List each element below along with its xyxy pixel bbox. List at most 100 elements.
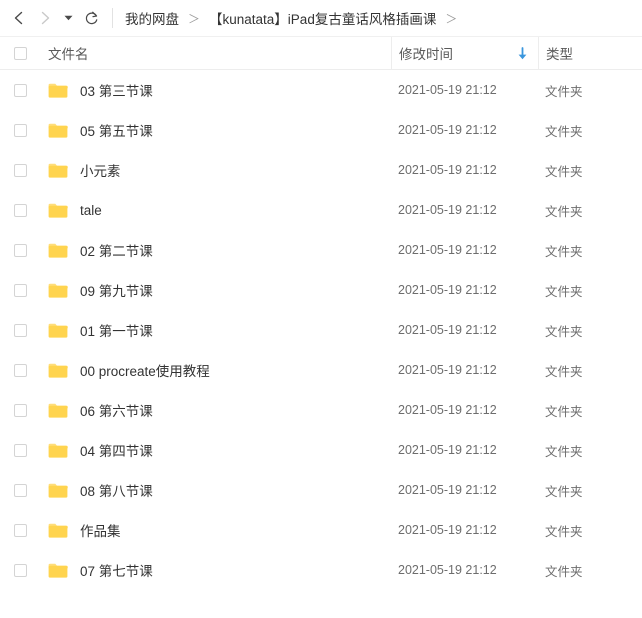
file-name-label[interactable]: 07 第七节课 bbox=[80, 560, 153, 580]
breadcrumb: 我的网盘 ＞ 【kunatata】iPad复古童话风格插画课 ＞ bbox=[125, 6, 466, 30]
modified-time-label: 2021-05-19 21:12 bbox=[398, 323, 497, 337]
column-header-name[interactable]: 文件名 bbox=[34, 43, 391, 63]
modified-time-label: 2021-05-19 21:12 bbox=[398, 403, 497, 417]
breadcrumb-separator-trailing: ＞ bbox=[445, 11, 458, 26]
row-checkbox[interactable] bbox=[14, 403, 27, 417]
column-header-type[interactable]: 类型 bbox=[538, 37, 642, 69]
table-row[interactable]: 作品集 2021-05-19 21:12 文件夹 bbox=[0, 510, 642, 550]
folder-icon bbox=[48, 322, 68, 339]
folder-icon bbox=[48, 522, 68, 539]
file-type-label: 文件夹 bbox=[545, 524, 583, 539]
row-select-cell bbox=[0, 523, 34, 537]
row-checkbox[interactable] bbox=[14, 483, 27, 497]
row-type-cell: 文件夹 bbox=[538, 70, 642, 110]
file-name-label[interactable]: 小元素 bbox=[80, 160, 121, 180]
modified-time-label: 2021-05-19 21:12 bbox=[398, 243, 497, 257]
table-row[interactable]: 05 第五节课 2021-05-19 21:12 文件夹 bbox=[0, 110, 642, 150]
row-name-cell: 02 第二节课 bbox=[34, 240, 391, 260]
breadcrumb-item-root[interactable]: 我的网盘 bbox=[125, 6, 179, 30]
file-name-label[interactable]: 06 第六节课 bbox=[80, 400, 153, 420]
row-select-cell bbox=[0, 363, 34, 377]
row-time-cell: 2021-05-19 21:12 bbox=[391, 470, 538, 510]
file-name-label[interactable]: 00 procreate使用教程 bbox=[80, 360, 210, 380]
table-row[interactable]: 小元素 2021-05-19 21:12 文件夹 bbox=[0, 150, 642, 190]
row-time-cell: 2021-05-19 21:12 bbox=[391, 310, 538, 350]
table-row[interactable]: 06 第六节课 2021-05-19 21:12 文件夹 bbox=[0, 390, 642, 430]
row-checkbox[interactable] bbox=[14, 323, 27, 337]
row-type-cell: 文件夹 bbox=[538, 390, 642, 430]
column-header-time-label: 修改时间 bbox=[399, 47, 453, 62]
folder-icon bbox=[48, 282, 68, 299]
file-name-label[interactable]: 04 第四节课 bbox=[80, 440, 153, 460]
row-name-cell: 05 第五节课 bbox=[34, 120, 391, 140]
folder-icon bbox=[48, 442, 68, 459]
row-type-cell: 文件夹 bbox=[538, 190, 642, 230]
breadcrumb-item-current[interactable]: 【kunatata】iPad复古童话风格插画课 bbox=[209, 6, 436, 30]
file-type-label: 文件夹 bbox=[545, 204, 583, 219]
file-name-label[interactable]: 05 第五节课 bbox=[80, 120, 153, 140]
table-row[interactable]: 00 procreate使用教程 2021-05-19 21:12 文件夹 bbox=[0, 350, 642, 390]
row-checkbox[interactable] bbox=[14, 83, 27, 97]
row-name-cell: 00 procreate使用教程 bbox=[34, 360, 391, 380]
refresh-button[interactable] bbox=[78, 5, 104, 31]
folder-icon bbox=[48, 202, 68, 219]
select-all-checkbox[interactable] bbox=[14, 46, 27, 60]
row-checkbox[interactable] bbox=[14, 283, 27, 297]
file-name-label[interactable]: 08 第八节课 bbox=[80, 480, 153, 500]
refresh-icon bbox=[84, 11, 99, 26]
row-checkbox[interactable] bbox=[14, 243, 27, 257]
table-row[interactable]: 02 第二节课 2021-05-19 21:12 文件夹 bbox=[0, 230, 642, 270]
column-header-time[interactable]: 修改时间 bbox=[391, 37, 538, 69]
modified-time-label: 2021-05-19 21:12 bbox=[398, 123, 497, 137]
row-time-cell: 2021-05-19 21:12 bbox=[391, 230, 538, 270]
folder-icon bbox=[48, 122, 68, 139]
row-checkbox[interactable] bbox=[14, 163, 27, 177]
file-type-label: 文件夹 bbox=[545, 364, 583, 379]
row-time-cell: 2021-05-19 21:12 bbox=[391, 150, 538, 190]
row-checkbox[interactable] bbox=[14, 563, 27, 577]
modified-time-label: 2021-05-19 21:12 bbox=[398, 163, 497, 177]
row-checkbox[interactable] bbox=[14, 443, 27, 457]
back-button[interactable] bbox=[6, 5, 32, 31]
row-name-cell: 03 第三节课 bbox=[34, 80, 391, 100]
row-checkbox[interactable] bbox=[14, 363, 27, 377]
table-row[interactable]: 08 第八节课 2021-05-19 21:12 文件夹 bbox=[0, 470, 642, 510]
modified-time-label: 2021-05-19 21:12 bbox=[398, 283, 497, 297]
row-type-cell: 文件夹 bbox=[538, 470, 642, 510]
row-select-cell bbox=[0, 283, 34, 297]
file-list-body[interactable]: 03 第三节课 2021-05-19 21:12 文件夹 05 第五节课 2021-05… bbox=[0, 70, 642, 618]
file-name-label[interactable]: 09 第九节课 bbox=[80, 280, 153, 300]
sort-arrow-down-icon[interactable] bbox=[517, 46, 528, 60]
table-row[interactable]: 09 第九节课 2021-05-19 21:12 文件夹 bbox=[0, 270, 642, 310]
row-time-cell: 2021-05-19 21:12 bbox=[391, 190, 538, 230]
row-name-cell: 09 第九节课 bbox=[34, 280, 391, 300]
table-row[interactable]: 04 第四节课 2021-05-19 21:12 文件夹 bbox=[0, 430, 642, 470]
row-type-cell: 文件夹 bbox=[538, 310, 642, 350]
folder-icon bbox=[48, 402, 68, 419]
row-time-cell: 2021-05-19 21:12 bbox=[391, 70, 538, 110]
table-row[interactable]: tale 2021-05-19 21:12 文件夹 bbox=[0, 190, 642, 230]
row-checkbox[interactable] bbox=[14, 123, 27, 137]
row-checkbox[interactable] bbox=[14, 203, 27, 217]
row-type-cell: 文件夹 bbox=[538, 270, 642, 310]
file-type-label: 文件夹 bbox=[545, 284, 583, 299]
history-dropdown-button[interactable] bbox=[58, 5, 78, 31]
table-row[interactable]: 03 第三节课 2021-05-19 21:12 文件夹 bbox=[0, 70, 642, 110]
forward-button[interactable] bbox=[32, 5, 58, 31]
row-checkbox[interactable] bbox=[14, 523, 27, 537]
row-name-cell: 04 第四节课 bbox=[34, 440, 391, 460]
modified-time-label: 2021-05-19 21:12 bbox=[398, 443, 497, 457]
file-name-label[interactable]: 02 第二节课 bbox=[80, 240, 153, 260]
file-type-label: 文件夹 bbox=[545, 84, 583, 99]
file-name-label[interactable]: 01 第一节课 bbox=[80, 320, 153, 340]
file-name-label[interactable]: tale bbox=[80, 203, 102, 218]
modified-time-label: 2021-05-19 21:12 bbox=[398, 523, 497, 537]
row-type-cell: 文件夹 bbox=[538, 430, 642, 470]
row-time-cell: 2021-05-19 21:12 bbox=[391, 270, 538, 310]
file-name-label[interactable]: 03 第三节课 bbox=[80, 80, 153, 100]
row-time-cell: 2021-05-19 21:12 bbox=[391, 430, 538, 470]
table-row[interactable]: 01 第一节课 2021-05-19 21:12 文件夹 bbox=[0, 310, 642, 350]
row-select-cell bbox=[0, 83, 34, 97]
file-name-label[interactable]: 作品集 bbox=[80, 520, 121, 540]
table-row[interactable]: 07 第七节课 2021-05-19 21:12 文件夹 bbox=[0, 550, 642, 590]
